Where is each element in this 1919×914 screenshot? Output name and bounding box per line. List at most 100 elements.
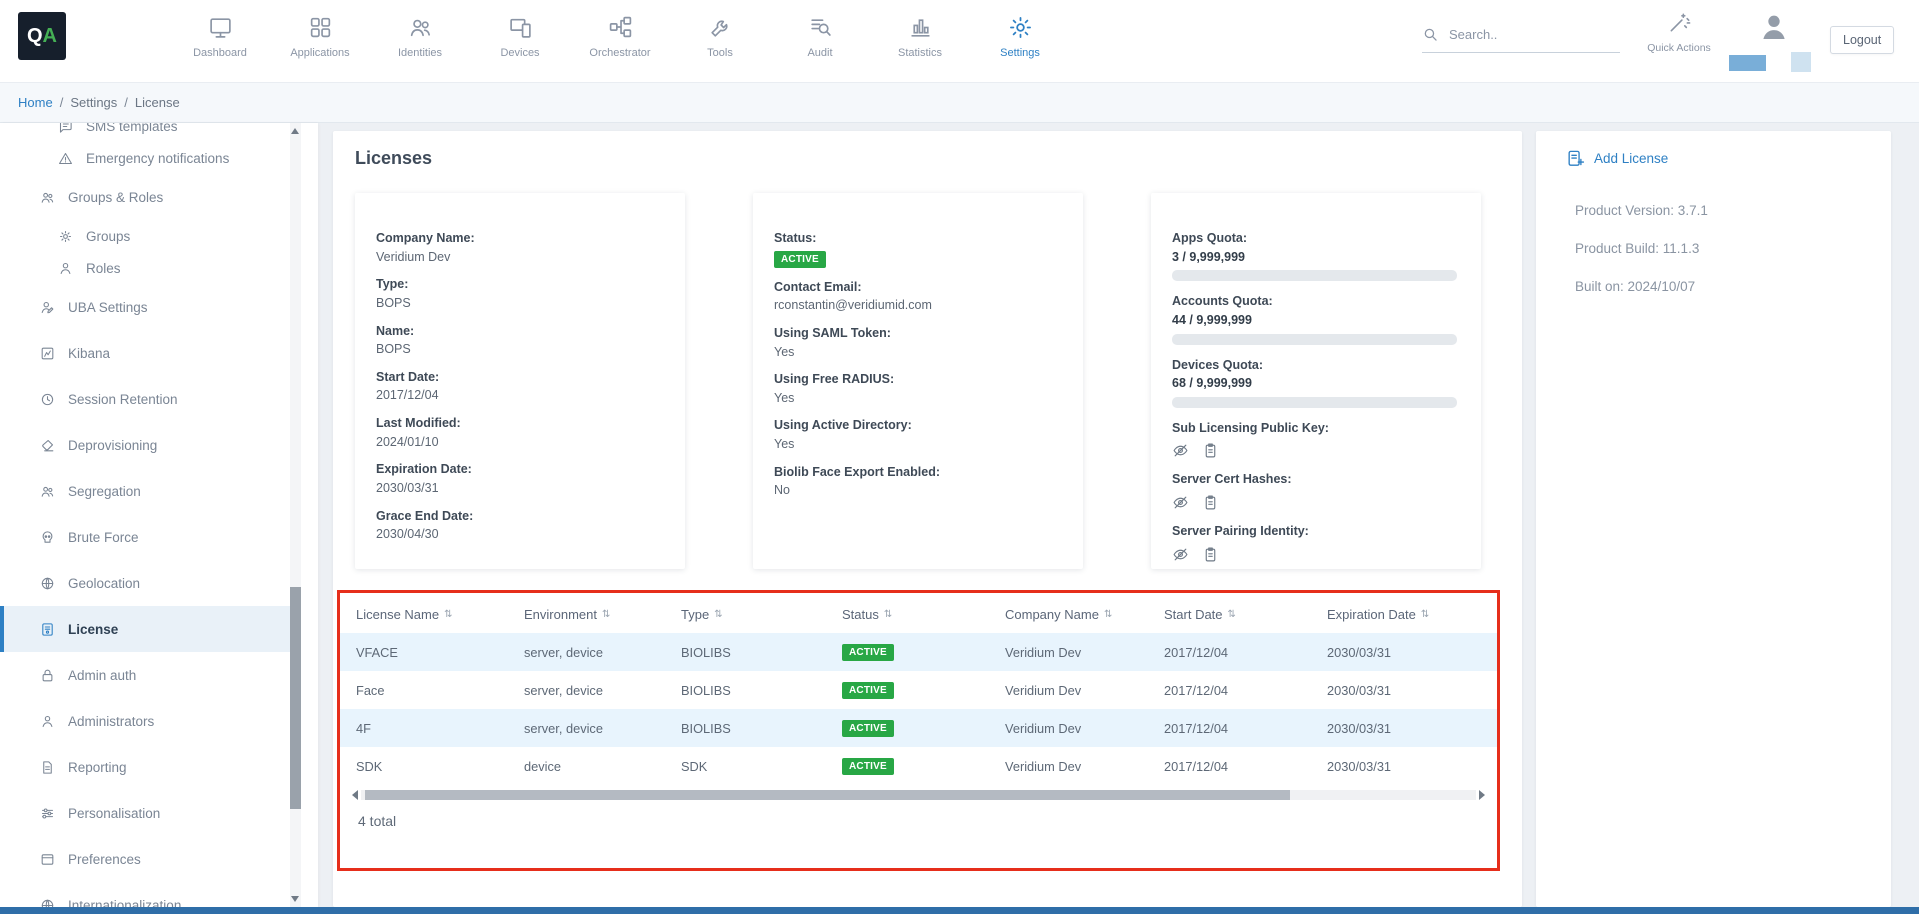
nav-item-label: Orchestrator [589,47,650,59]
clipboard-icon[interactable] [1202,494,1219,511]
nav-item-tools[interactable]: Tools [670,9,770,59]
scroll-left-arrow-icon[interactable] [352,790,358,800]
field-label: Contact Email: [774,280,1059,296]
table-total-count: 4 total [358,813,1497,829]
scrollbar-thumb[interactable] [365,790,1290,800]
sidebar-item-reporting[interactable]: Reporting [0,744,290,790]
nav-item-settings[interactable]: Settings [970,9,1070,59]
sidebar-item-kibana[interactable]: Kibana [0,330,290,376]
cell-environment: device [524,759,681,774]
column-header-status[interactable]: Status⇅ [842,607,1005,622]
scroll-up-arrow-icon[interactable] [291,128,299,134]
sidebar-item-label: Kibana [68,346,110,361]
cell-start-date: 2017/12/04 [1164,759,1327,774]
sidebar-item-admin-auth[interactable]: Admin auth [0,652,290,698]
clipboard-icon[interactable] [1202,546,1219,563]
cell-start-date: 2017/12/04 [1164,683,1327,698]
sidebar-item-internationalization[interactable]: Internationalization [0,882,290,907]
quota-value: 68 / 9,999,999 [1172,376,1457,392]
sidebar-item-brute-force[interactable]: Brute Force [0,514,290,560]
sidebar-item-segregation[interactable]: Segregation [0,468,290,514]
nav-item-orchestrator[interactable]: Orchestrator [570,9,670,59]
nav-item-devices[interactable]: Devices [470,9,570,59]
nav-item-applications[interactable]: Applications [270,9,370,59]
table-row-4f[interactable]: 4F server, device BIOLIBS ACTIVE Veridiu… [340,709,1497,747]
scroll-right-arrow-icon[interactable] [1479,790,1485,800]
sidebar-item-label: Admin auth [68,668,136,683]
sidebar-item-geolocation[interactable]: Geolocation [0,560,290,606]
flow-icon [608,15,633,40]
logo-letter-a: A [43,25,57,48]
nav-item-label: Statistics [898,47,942,59]
field-label: Name: [376,324,661,340]
nav-item-audit[interactable]: Audit [770,9,870,59]
cell-company-name: Veridium Dev [1005,721,1164,736]
built-on: Built on: 2024/10/07 [1575,279,1708,294]
field-value: Yes [774,437,1059,453]
qa-logo[interactable]: QA [18,12,66,60]
sidebar-item-groups-roles[interactable]: Groups & Roles [0,174,290,220]
table-row-face[interactable]: Face server, device BIOLIBS ACTIVE Verid… [340,671,1497,709]
sidebar-item-license[interactable]: License [0,606,290,652]
product-version: Product Version: 3.7.1 [1575,203,1708,218]
logout-button[interactable]: Logout [1830,26,1894,54]
field-label: Server Cert Hashes: [1172,472,1457,488]
eye-off-icon[interactable] [1172,494,1189,511]
nav-item-identities[interactable]: Identities [370,9,470,59]
cell-start-date: 2017/12/04 [1164,645,1327,660]
cell-status: ACTIVE [842,719,1005,737]
cell-expiration-date: 2030/03/31 [1327,683,1497,698]
globe-icon [40,576,55,591]
sidebar-scrollbar [290,123,301,907]
cell-company-name: Veridium Dev [1005,759,1164,774]
column-header-license-name[interactable]: License Name⇅ [356,607,524,622]
eye-off-icon[interactable] [1172,546,1189,563]
person-icon [40,714,55,729]
sidebar-item-groups[interactable]: Groups [0,220,290,252]
clipboard-icon[interactable] [1202,442,1219,459]
sort-icon: ⇅ [1228,609,1236,620]
column-header-start-date[interactable]: Start Date⇅ [1164,607,1327,622]
sidebar-item-emergency-notifications[interactable]: Emergency notifications [0,142,290,174]
breadcrumb-settings[interactable]: Settings [70,95,117,110]
field-value: No [774,483,1059,499]
breadcrumb-home[interactable]: Home [18,95,53,110]
sidebar-item-uba-settings[interactable]: UBA Settings [0,284,290,330]
field-value: Yes [774,345,1059,361]
status-badge: ACTIVE [842,720,894,737]
field-label: Company Name: [376,231,661,247]
sidebar-item-session-retention[interactable]: Session Retention [0,376,290,422]
quick-actions-button[interactable]: Quick Actions [1641,11,1717,54]
add-license-button[interactable]: Add License [1566,149,1668,168]
column-header-type[interactable]: Type⇅ [681,607,842,622]
table-row-vface[interactable]: VFACE server, device BIOLIBS ACTIVE Veri… [340,633,1497,671]
field-label: Accounts Quota: [1172,294,1457,310]
eye-off-icon[interactable] [1172,442,1189,459]
product-info: Product Version: 3.7.1 Product Build: 11… [1575,203,1708,317]
column-header-expiration-date[interactable]: Expiration Date⇅ [1327,607,1497,622]
nav-item-statistics[interactable]: Statistics [870,9,970,59]
product-build: Product Build: 11.1.3 [1575,241,1708,256]
nav-item-dashboard[interactable]: Dashboard [170,9,270,59]
scrollbar-track[interactable] [361,790,1476,800]
sidebar-item-administrators[interactable]: Administrators [0,698,290,744]
sidebar-item-deprovisioning[interactable]: Deprovisioning [0,422,290,468]
cell-license-name: VFACE [356,645,524,660]
cell-type: BIOLIBS [681,683,842,698]
column-header-company-name[interactable]: Company Name⇅ [1005,607,1164,622]
search-icon[interactable] [1422,26,1439,43]
user-avatar[interactable] [1757,10,1791,44]
search-input[interactable] [1449,27,1604,42]
sidebar-item-preferences[interactable]: Preferences [0,836,290,882]
sidebar-item-roles[interactable]: Roles [0,252,290,284]
sidebar-item-label: Geolocation [68,576,140,591]
cell-type: BIOLIBS [681,645,842,660]
cell-company-name: Veridium Dev [1005,683,1164,698]
sidebar-scrollbar-thumb[interactable] [290,587,301,809]
global-search [1422,26,1620,53]
sidebar-item-personalisation[interactable]: Personalisation [0,790,290,836]
column-header-environment[interactable]: Environment⇅ [524,607,681,622]
sidebar-item-sms-templates[interactable]: SMS templates [0,123,290,142]
scroll-down-arrow-icon[interactable] [291,896,299,902]
table-row-sdk[interactable]: SDK device SDK ACTIVE Veridium Dev 2017/… [340,747,1497,785]
